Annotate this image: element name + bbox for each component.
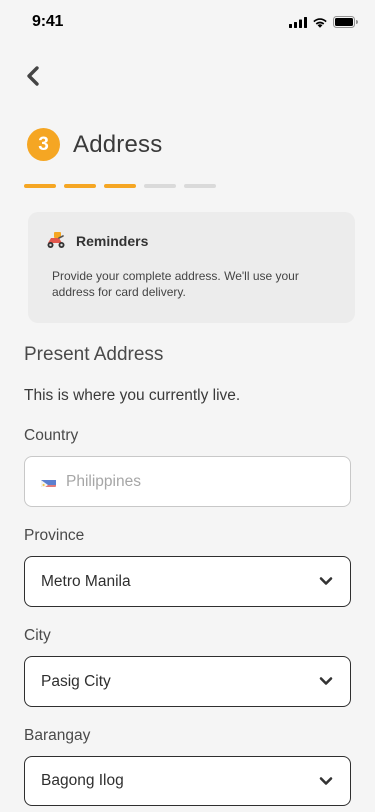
reminder-title: Reminders (76, 233, 149, 249)
city-label: City (24, 627, 51, 644)
delivery-scooter-icon (47, 232, 65, 248)
province-label: Province (24, 527, 85, 544)
status-bar: 9:41 (0, 0, 375, 44)
back-button[interactable] (22, 62, 46, 90)
province-value: Metro Manila (41, 572, 131, 590)
progress-segment (184, 184, 216, 188)
country-value: Philippines (66, 472, 141, 490)
progress-segment (104, 184, 136, 188)
province-select[interactable]: Metro Manila (24, 556, 351, 607)
progress-segment (144, 184, 176, 188)
page-title: Address (73, 130, 163, 158)
philippines-flag-icon (41, 477, 56, 487)
reminder-body: Provide your complete address. We'll use… (52, 269, 299, 299)
chevron-left-icon (27, 66, 39, 86)
wifi-icon (313, 17, 327, 28)
battery-icon (333, 16, 358, 28)
barangay-select[interactable]: Bagong Ilog (24, 756, 351, 806)
city-select[interactable]: Pasig City (24, 656, 351, 707)
step-header: 3 Address (27, 128, 162, 161)
city-value: Pasig City (41, 672, 111, 690)
cellular-signal-icon (289, 16, 307, 28)
barangay-label: Barangay (24, 727, 91, 744)
chevron-down-icon (319, 577, 333, 585)
status-icons (289, 16, 358, 28)
step-progress (24, 184, 216, 188)
section-description: This is where you currently live. (24, 387, 241, 404)
barangay-value: Bagong Ilog (41, 772, 124, 789)
status-time: 9:41 (32, 13, 64, 30)
step-number-badge: 3 (27, 128, 60, 161)
chevron-down-icon (319, 677, 333, 685)
country-label: Country (24, 427, 79, 444)
country-field: Philippines (24, 456, 351, 507)
progress-segment (24, 184, 56, 188)
section-title: Present Address (24, 344, 164, 365)
reminder-card: Reminders Provide your complete address.… (28, 212, 355, 323)
chevron-down-icon (319, 777, 333, 785)
progress-segment (64, 184, 96, 188)
